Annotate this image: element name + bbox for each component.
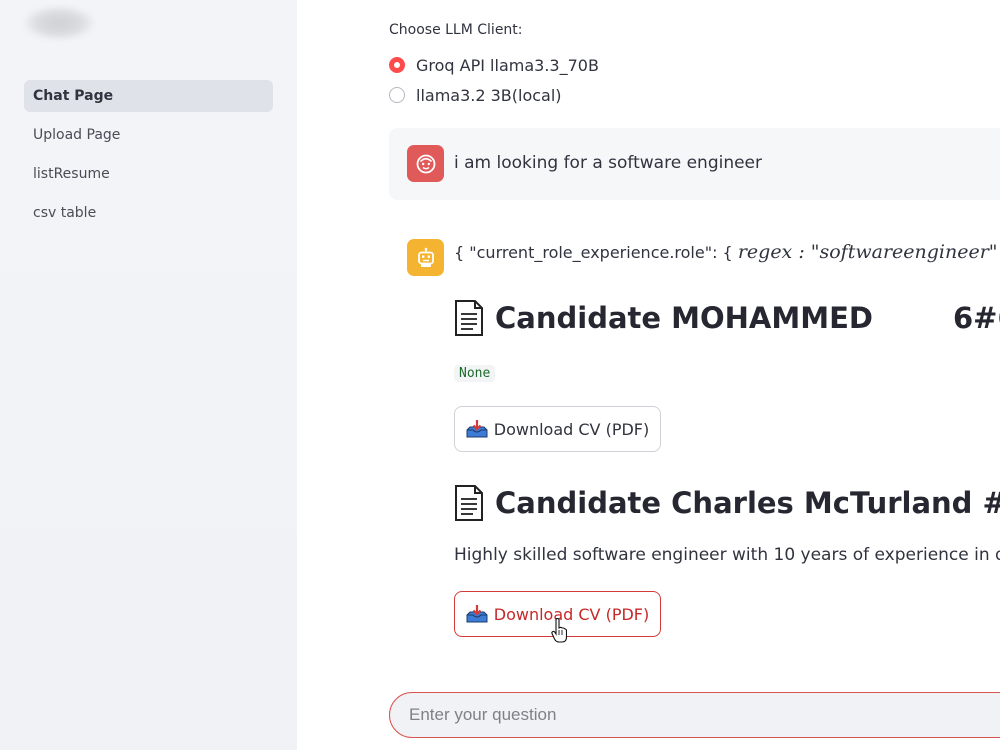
candidate-id: 6#6888 [952, 301, 1000, 335]
main-content: Choose LLM Client: Groq API llama3.3_70B… [297, 0, 1000, 750]
radio-option-groq[interactable]: Groq API llama3.3_70B [389, 54, 599, 76]
bot-message-text: { "current_role_experience.role": { rege… [454, 241, 998, 263]
blurred-logo [24, 6, 94, 40]
radio-unselected-icon[interactable] [389, 87, 405, 103]
sidebar-item-upload-page[interactable]: Upload Page [24, 119, 273, 151]
chat-question-input[interactable] [389, 692, 1000, 738]
smiley-face-icon [407, 145, 444, 182]
inbox-tray-icon [466, 605, 488, 623]
candidate-name: Candidate MOHAMMED [495, 301, 873, 335]
user-chat-message: i am looking for a software engineer [389, 128, 1000, 200]
radio-option-label: Groq API llama3.3_70B [416, 55, 599, 75]
candidate-title: Candidate MOHAMMED 6#6888 [454, 300, 1000, 336]
inbox-tray-icon [466, 420, 488, 438]
robot-icon [407, 239, 444, 276]
candidate-title: Candidate Charles McTurland #68889 [454, 485, 1000, 521]
radio-option-local-llama[interactable]: llama3.2 3B(local) [389, 84, 562, 106]
bot-message-math: regex : "softwareengineer" [737, 241, 998, 263]
bot-message-prefix: { "current_role_experience.role": { [454, 243, 733, 262]
candidate-summary-code: None [454, 365, 496, 382]
sidebar-item-csv-table[interactable]: csv table [24, 197, 273, 229]
candidate-name: Candidate Charles McTurland #68889 [495, 486, 1000, 520]
download-cv-label: Download CV (PDF) [493, 419, 650, 439]
user-message-text: i am looking for a software engineer [454, 153, 763, 173]
page-document-icon [455, 485, 483, 521]
llm-client-label: Choose LLM Client: [389, 22, 523, 38]
radio-option-label: llama3.2 3B(local) [416, 85, 562, 105]
candidate-summary: Highly skilled software engineer with 10… [454, 545, 1000, 565]
sidebar: Chat Page Upload Page listResume csv tab… [0, 0, 297, 750]
radio-selected-icon[interactable] [389, 57, 405, 73]
sidebar-item-chat-page[interactable]: Chat Page [24, 80, 273, 112]
download-cv-button[interactable]: Download CV (PDF) [454, 406, 661, 452]
sidebar-nav: Chat Page Upload Page listResume csv tab… [24, 80, 273, 236]
page-document-icon [455, 300, 483, 336]
download-cv-label: Download CV (PDF) [493, 604, 650, 624]
sidebar-item-list-resume[interactable]: listResume [24, 158, 273, 190]
hand-pointer-icon [551, 618, 567, 643]
